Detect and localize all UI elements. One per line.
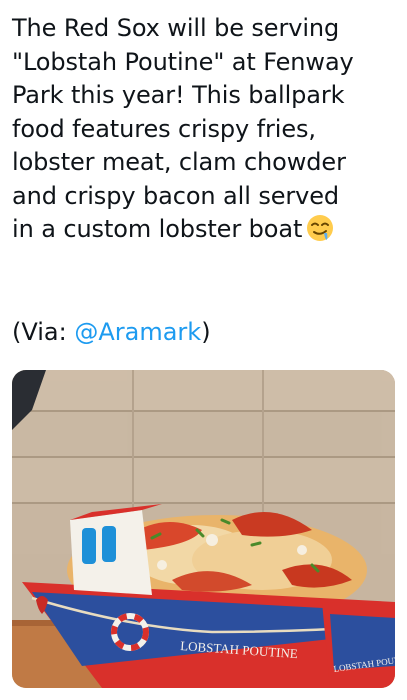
tweet-text-line: lobster meat, clam chowder	[12, 148, 346, 176]
tweet: The Red Sox will be serving "Lobstah Pou…	[0, 0, 407, 700]
tweet-text-line: food features crispy fries,	[12, 114, 316, 143]
tweet-text-line: Park this year! This ballpark	[12, 81, 345, 109]
lobster-poutine-photo: LOBSTAH POUTINE LOBSTAH POUTINE	[12, 370, 395, 688]
via-attribution: (Via: @Aramark)	[12, 316, 211, 349]
tweet-text: The Red Sox will be serving "Lobstah Pou…	[12, 12, 397, 247]
tweet-text-last-line: in a custom lobster boat	[12, 213, 397, 247]
drooling-face-emoji-icon	[306, 214, 334, 242]
tweet-text-line: The Red Sox will be serving	[12, 14, 340, 42]
via-handle-link[interactable]: @Aramark	[74, 318, 201, 346]
tweet-text-line: "Lobstah Poutine" at Fenway	[12, 47, 354, 76]
tweet-text-line: and crispy bacon all served	[12, 181, 340, 210]
via-prefix: (Via:	[12, 318, 75, 346]
tweet-media-image[interactable]: LOBSTAH POUTINE LOBSTAH POUTINE	[12, 370, 395, 688]
via-suffix: )	[201, 318, 211, 346]
tweet-text-line: in a custom lobster boat	[12, 215, 303, 243]
